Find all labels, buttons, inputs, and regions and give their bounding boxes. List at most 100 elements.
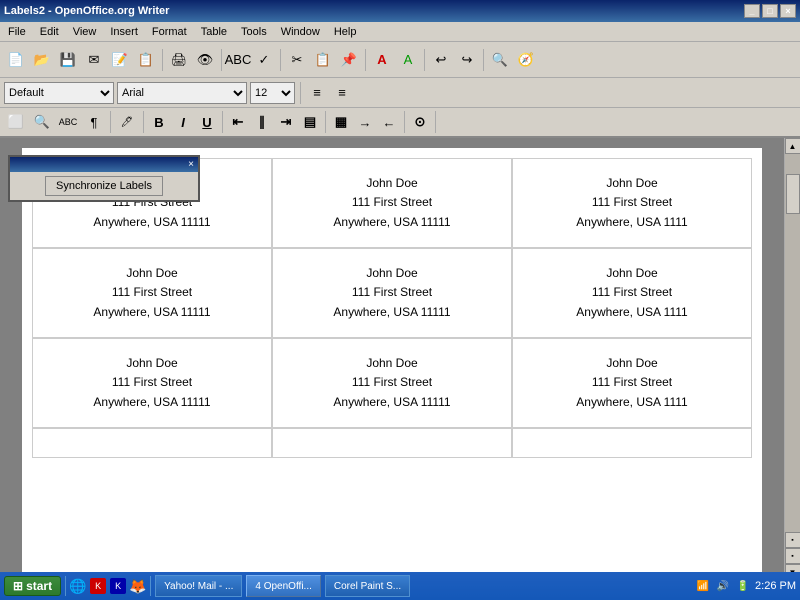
minimize-button[interactable]: _ — [744, 4, 760, 18]
align-justify-button[interactable]: ▤ — [299, 111, 321, 133]
align-right-button[interactable]: ⇥ — [275, 111, 297, 133]
chart-button[interactable]: ⊙ — [409, 111, 431, 133]
frame-button[interactable]: ⬜ — [4, 110, 28, 134]
save-button[interactable]: 💾 — [56, 48, 80, 72]
start-label: start — [26, 579, 52, 593]
edit-doc-button[interactable]: 📝 — [108, 48, 132, 72]
format-toolbar: Default Arial 12 ≡ ≡ — [0, 78, 800, 108]
spell-button[interactable]: ABC — [226, 48, 250, 72]
style-select[interactable]: Default — [4, 82, 114, 104]
menu-window[interactable]: Window — [275, 24, 326, 40]
sync-panel-close-icon[interactable]: × — [188, 159, 194, 170]
italic-button[interactable]: I — [172, 111, 194, 133]
menu-edit[interactable]: Edit — [34, 24, 65, 40]
preview-button[interactable]: 👁 — [193, 48, 217, 72]
undo-button[interactable]: ↩ — [429, 48, 453, 72]
menu-file[interactable]: File — [2, 24, 32, 40]
list-ordered-button[interactable]: ≡ — [331, 82, 353, 104]
tray-icon-volume[interactable]: 🔊 — [715, 578, 731, 594]
paste-button[interactable]: 📌 — [337, 48, 361, 72]
menu-view[interactable]: View — [67, 24, 103, 40]
autocorrect-button[interactable]: ✓ — [252, 48, 276, 72]
label-cell-9[interactable] — [32, 428, 272, 458]
label-cell-5[interactable]: John Doe 111 First Street Anywhere, USA … — [512, 248, 752, 338]
taskbar-openoffice-label: 4 OpenOffi... — [255, 581, 312, 592]
synchronize-labels-button[interactable]: Synchronize Labels — [45, 176, 163, 196]
align-center-button[interactable]: ∥ — [251, 111, 273, 133]
menu-tools[interactable]: Tools — [235, 24, 273, 40]
taskbar-icon-firefox[interactable]: 🦊 — [130, 578, 146, 594]
font-color-button[interactable]: A — [370, 48, 394, 72]
open-button[interactable]: 📂 — [30, 48, 54, 72]
menu-help[interactable]: Help — [328, 24, 363, 40]
label-cell-8[interactable]: John Doe 111 First Street Anywhere, USA … — [512, 338, 752, 428]
label-1-line2: 111 First Street — [352, 193, 432, 212]
cut-button[interactable]: ✂ — [285, 48, 309, 72]
columns-button[interactable]: ▦ — [330, 111, 352, 133]
label-5-line3: Anywhere, USA 1111 — [576, 303, 687, 322]
label-cell-10[interactable] — [272, 428, 512, 458]
label-7-line2: 111 First Street — [352, 373, 432, 392]
scroll-small-button2[interactable]: ▪ — [785, 548, 800, 564]
fmt2-sep1 — [110, 111, 111, 133]
label-5-line2: 111 First Street — [592, 283, 672, 302]
start-icon: ⊞ — [13, 579, 23, 593]
print-button[interactable]: 🖨 — [167, 48, 191, 72]
tray-icon-network[interactable]: 📶 — [695, 578, 711, 594]
scroll-up-button[interactable]: ▲ — [785, 138, 800, 154]
toolbar-sep5 — [424, 49, 425, 71]
scroll-track[interactable] — [785, 154, 800, 532]
pdf-button[interactable]: 📋 — [134, 48, 158, 72]
start-button[interactable]: ⊞ start — [4, 576, 61, 596]
indent-more-button[interactable]: → — [354, 111, 376, 133]
label-cell-4[interactable]: John Doe 111 First Street Anywhere, USA … — [272, 248, 512, 338]
size-select[interactable]: 12 — [250, 82, 295, 104]
scroll-thumb[interactable] — [786, 174, 800, 214]
taskbar-icon-app2[interactable]: K — [110, 578, 126, 594]
bold-button[interactable]: B — [148, 111, 170, 133]
label-7-line3: Anywhere, USA 11111 — [333, 393, 450, 412]
list-unordered-button[interactable]: ≡ — [306, 82, 328, 104]
font-select[interactable]: Arial — [117, 82, 247, 104]
indent-less-button[interactable]: ← — [378, 111, 400, 133]
toolbar-sep6 — [483, 49, 484, 71]
menu-insert[interactable]: Insert — [104, 24, 144, 40]
taskbar-openoffice[interactable]: 4 OpenOffi... — [246, 575, 321, 597]
align-left-button[interactable]: ⇤ — [227, 111, 249, 133]
label-cell-1[interactable]: John Doe 111 First Street Anywhere, USA … — [272, 158, 512, 248]
label-cell-6[interactable]: John Doe 111 First Street Anywhere, USA … — [32, 338, 272, 428]
label-cell-2[interactable]: John Doe 111 First Street Anywhere, USA … — [512, 158, 752, 248]
label-6-line1: John Doe — [126, 354, 177, 373]
label-cell-3[interactable]: John Doe 111 First Street Anywhere, USA … — [32, 248, 272, 338]
spellcheck-button[interactable]: ABC — [56, 110, 80, 134]
menu-format[interactable]: Format — [146, 24, 193, 40]
find-button[interactable]: 🔍 — [488, 48, 512, 72]
redo-button[interactable]: ↪ — [455, 48, 479, 72]
label-3-line1: John Doe — [126, 264, 177, 283]
email-button[interactable]: ✉ — [82, 48, 106, 72]
copy-button[interactable]: 📋 — [311, 48, 335, 72]
maximize-button[interactable]: □ — [762, 4, 778, 18]
nonprint-button[interactable]: ¶ — [82, 110, 106, 134]
taskbar-corel[interactable]: Corel Paint S... — [325, 575, 410, 597]
taskbar-yahoo-mail[interactable]: Yahoo! Mail - ... — [155, 575, 242, 597]
new-button[interactable]: 📄 — [4, 48, 28, 72]
label-cell-7[interactable]: John Doe 111 First Street Anywhere, USA … — [272, 338, 512, 428]
label-3-line2: 111 First Street — [112, 283, 192, 302]
label-2-line2: 111 First Street — [592, 193, 672, 212]
underline-button[interactable]: U — [196, 111, 218, 133]
taskbar-icon-app1[interactable]: K — [90, 578, 106, 594]
tray-icon-power[interactable]: 🔋 — [735, 578, 751, 594]
close-button[interactable]: × — [780, 4, 796, 18]
label-cell-11[interactable] — [512, 428, 752, 458]
taskbar-icon-ie[interactable]: 🌐 — [70, 578, 86, 594]
title-text: Labels2 - OpenOffice.org Writer — [4, 5, 169, 17]
navigator-button[interactable]: 🧭 — [514, 48, 538, 72]
title-bar-buttons: _ □ × — [744, 4, 796, 18]
menu-table[interactable]: Table — [195, 24, 233, 40]
zoom-button[interactable]: 🔍 — [30, 110, 54, 134]
highlight-bg-button[interactable]: 🖊 — [115, 110, 139, 134]
scroll-small-button1[interactable]: ▪ — [785, 532, 800, 548]
highlight-button[interactable]: A — [396, 48, 420, 72]
taskbar-sep1 — [65, 576, 66, 596]
